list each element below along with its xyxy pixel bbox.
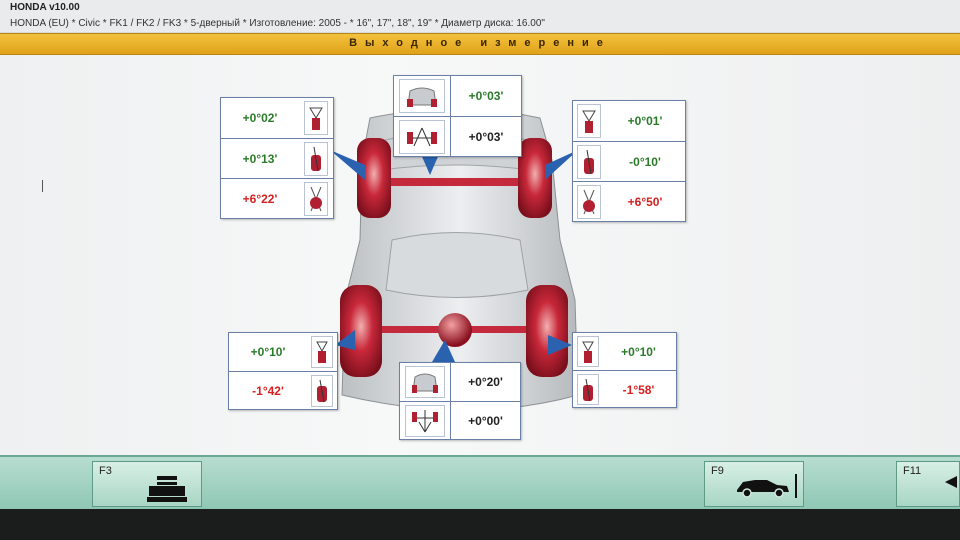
rear-left-camber-value: -1°42' (252, 384, 284, 398)
front-thrust-value: +0°03' (468, 130, 504, 144)
rear-left-toe-value: +0°10' (250, 345, 286, 359)
camber-icon (577, 374, 599, 405)
rear-right-box: +0°10' -1°58' (572, 332, 677, 408)
rear-right-wheel (526, 285, 568, 377)
car-lift-icon (737, 474, 797, 498)
rear-left-toe-row: +0°10' (229, 333, 337, 371)
f3-label: F3 (99, 465, 112, 477)
rear-thrust-row: +0°00' (400, 401, 520, 440)
front-right-camber-value: +0°01' (627, 114, 663, 128)
printer-icon (147, 476, 187, 502)
f9-label: F9 (711, 465, 724, 477)
rear-right-toe-value: +0°10' (621, 344, 656, 359)
car-front-icon (399, 79, 445, 113)
rear-thrust-value: +0°00' (468, 414, 503, 428)
front-left-caster-value: +0°13' (242, 152, 278, 166)
thrust-angle-icon (405, 405, 445, 437)
rear-left-camber-row: -1°42' (229, 371, 337, 410)
rear-right-camber-value: -1°58' (622, 382, 655, 397)
kingpin-icon (577, 185, 601, 219)
car-rear-icon (405, 366, 445, 398)
front-left-caster-row: +0°13' (221, 138, 333, 179)
front-total-toe-value: +0°03' (468, 89, 504, 103)
back-arrow-icon (945, 476, 957, 488)
toe-icon (577, 336, 599, 367)
camber-icon (311, 375, 333, 407)
front-left-box: +0°02' +0°13' +6°22' (220, 97, 334, 219)
front-right-sai-row: +6°50' (573, 181, 685, 222)
f3-print-button[interactable]: F3 (92, 461, 202, 507)
rear-differential (438, 313, 472, 347)
f11-back-button[interactable]: F11 (896, 461, 960, 507)
rear-total-toe-value: +0°20' (468, 375, 503, 389)
front-total-toe-row: +0°03' (394, 76, 521, 116)
camber-icon (577, 104, 601, 138)
f11-label: F11 (903, 465, 922, 477)
kingpin-icon (304, 182, 328, 216)
rear-left-box: +0°10' -1°42' (228, 332, 338, 410)
camber-icon (304, 101, 328, 135)
caster-icon (577, 145, 601, 179)
front-left-sai-row: +6°22' (221, 178, 333, 219)
rear-right-toe-row: +0°10' (573, 333, 676, 370)
front-left-camber-row: +0°02' (221, 98, 333, 138)
front-right-box: +0°01' -0°10' +6°50' (572, 100, 686, 222)
car-roof (385, 232, 529, 298)
rear-total-toe-box: +0°20' +0°00' (399, 362, 521, 440)
caster-icon (304, 142, 328, 176)
rear-right-camber-row: -1°58' (573, 370, 676, 408)
front-left-wheel (357, 138, 391, 218)
rear-left-wheel (340, 285, 382, 377)
toe-icon (311, 336, 333, 368)
front-right-camber-row: +0°01' (573, 101, 685, 141)
front-total-toe-box: +0°03' +0°03' (393, 75, 522, 157)
front-left-sai-value: +6°22' (242, 192, 278, 206)
f9-vehicle-button[interactable]: F9 (704, 461, 804, 507)
front-left-camber-value: +0°02' (242, 111, 278, 125)
front-thrust-row: +0°03' (394, 116, 521, 157)
axle-angle-icon (399, 120, 445, 154)
rear-total-toe-row: +0°20' (400, 363, 520, 401)
front-axle (385, 178, 525, 186)
front-right-caster-value: -0°10' (629, 155, 661, 169)
front-right-caster-row: -0°10' (573, 141, 685, 182)
front-right-sai-value: +6°50' (627, 195, 663, 209)
